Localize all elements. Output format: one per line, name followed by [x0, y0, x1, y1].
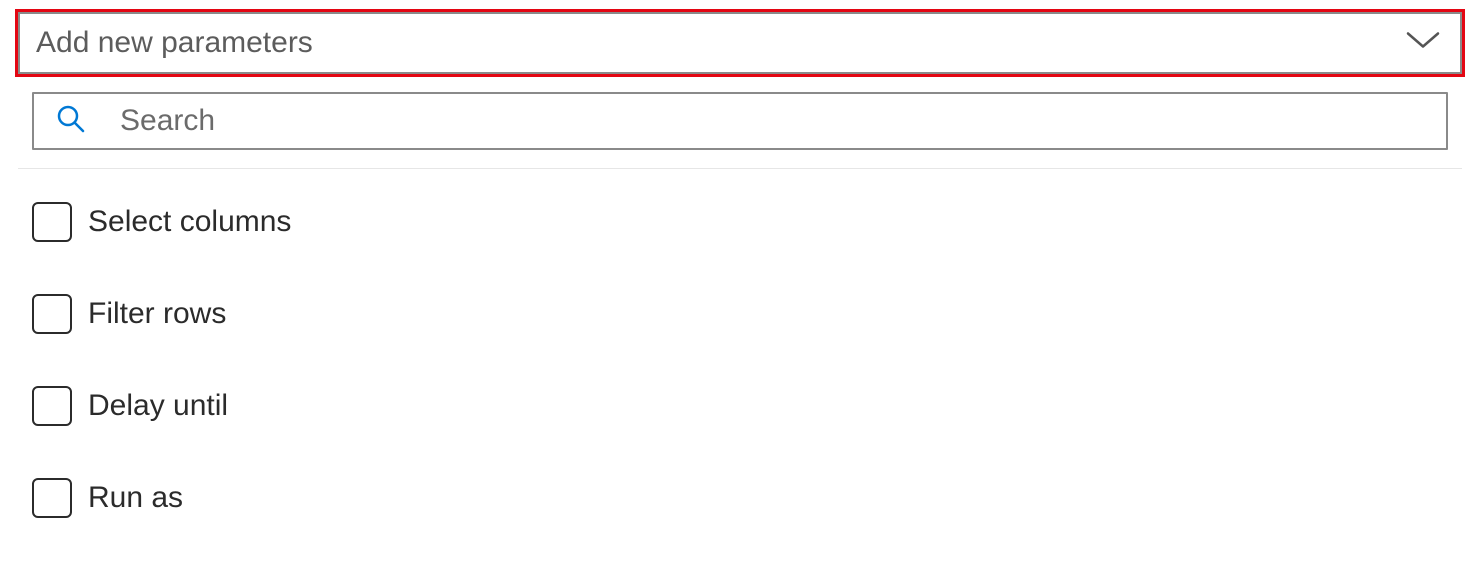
- chevron-down-icon: [1406, 31, 1440, 56]
- search-box[interactable]: [32, 92, 1448, 150]
- option-filter-rows[interactable]: Filter rows: [32, 279, 1448, 349]
- option-delay-until[interactable]: Delay until: [32, 371, 1448, 441]
- checkbox[interactable]: [32, 202, 72, 242]
- checkbox[interactable]: [32, 478, 72, 518]
- search-icon: [56, 104, 120, 139]
- option-label: Run as: [88, 481, 183, 515]
- option-label: Select columns: [88, 205, 291, 239]
- dropdown-placeholder: Add new parameters: [36, 26, 313, 60]
- search-input[interactable]: [120, 104, 1424, 138]
- add-parameters-dropdown[interactable]: Add new parameters: [18, 12, 1462, 74]
- options-list: Select columns Filter rows Delay until R…: [18, 169, 1462, 533]
- option-label: Filter rows: [88, 297, 226, 331]
- option-run-as[interactable]: Run as: [32, 463, 1448, 533]
- search-container: [18, 84, 1462, 169]
- dropdown-panel: Select columns Filter rows Delay until R…: [18, 84, 1462, 533]
- checkbox[interactable]: [32, 294, 72, 334]
- checkbox[interactable]: [32, 386, 72, 426]
- option-select-columns[interactable]: Select columns: [32, 187, 1448, 257]
- option-label: Delay until: [88, 389, 228, 423]
